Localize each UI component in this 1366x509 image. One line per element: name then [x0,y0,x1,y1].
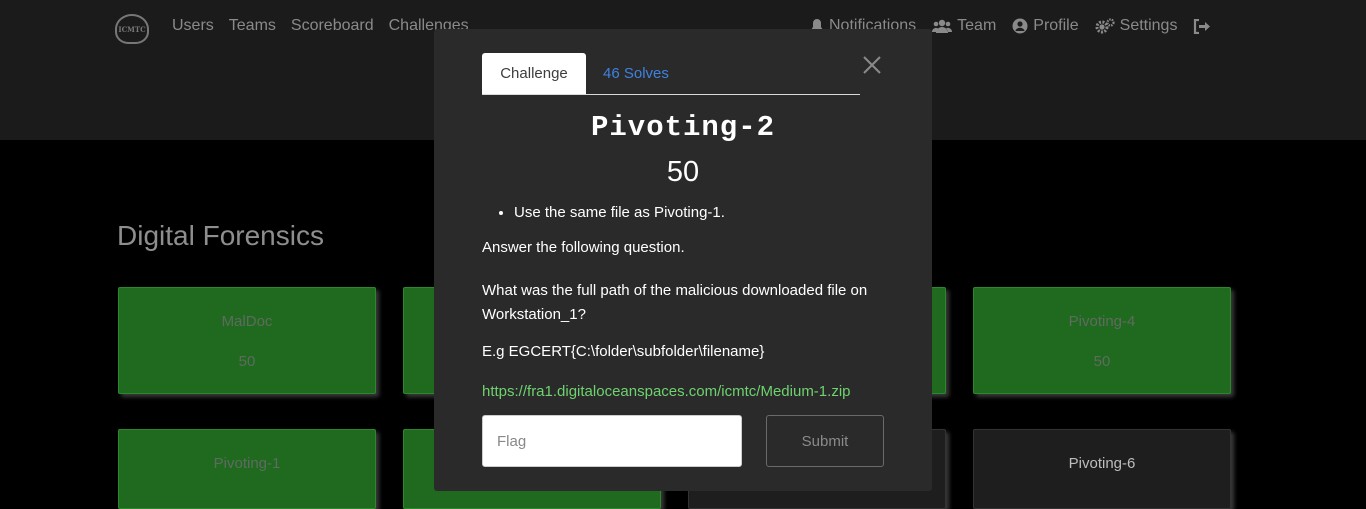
challenge-card-maldoc[interactable]: MalDoc 50 [118,287,376,394]
challenge-value: 50 [666,156,700,188]
nav-settings-label: Settings [1119,17,1178,34]
challenge-card-name: Pivoting-6 [1068,455,1136,472]
nav-profile[interactable]: Profile [1012,17,1079,35]
challenge-card-name: MalDoc [221,313,273,330]
download-link[interactable]: https://fra1.digitaloceanspaces.com/icmt… [482,383,851,400]
tab-challenge[interactable]: Challenge [482,53,586,94]
description-paragraph: Answer the following question. [482,239,685,256]
submit-button[interactable]: Submit [766,415,884,467]
challenge-card-name: Pivoting-1 [213,455,281,472]
challenge-card-value: 50 [238,353,256,370]
modal-tabs: Challenge 46 Solves [482,53,860,95]
challenge-card-value: 50 [1093,353,1111,370]
cogs-icon [1095,18,1115,34]
nav-team-label: Team [957,17,997,34]
nav-users[interactable]: Users [172,17,214,35]
tab-solves[interactable]: 46 Solves [603,65,669,82]
challenge-description: Use the same file as Pivoting-1. [482,201,882,225]
flag-input[interactable] [482,415,742,467]
logout-link[interactable] [1193,18,1211,34]
logo-text: ICMTC [118,25,146,34]
description-bullet: Use the same file as Pivoting-1. [514,201,882,225]
description-question: What was the full path of the malicious … [482,282,868,323]
nav-profile-label: Profile [1033,17,1079,34]
user-circle-icon [1012,18,1028,34]
close-icon[interactable] [862,55,882,75]
challenge-modal: Challenge 46 Solves Pivoting-2 50 Use th… [434,29,932,491]
sign-out-icon [1194,18,1211,34]
users-icon [932,19,953,33]
nav-left: Users Teams Scoreboard Challenges [172,17,469,35]
nav-settings[interactable]: Settings [1095,17,1178,35]
challenge-title: Pivoting-2 [590,111,776,144]
nav-scoreboard[interactable]: Scoreboard [291,17,374,35]
description-example: E.g EGCERT{C:\folder\subfolder\filename} [482,343,765,360]
challenge-card-name: Pivoting-4 [1068,313,1136,330]
challenge-card-pivoting-4[interactable]: Pivoting-4 50 [973,287,1231,394]
nav-teams[interactable]: Teams [229,17,276,35]
category-title: Digital Forensics [117,220,324,251]
challenge-card-pivoting-1[interactable]: Pivoting-1 [118,429,376,509]
logo[interactable]: ICMTC [115,14,149,44]
challenge-card-pivoting-6[interactable]: Pivoting-6 [973,429,1231,509]
nav-team[interactable]: Team [932,17,996,35]
